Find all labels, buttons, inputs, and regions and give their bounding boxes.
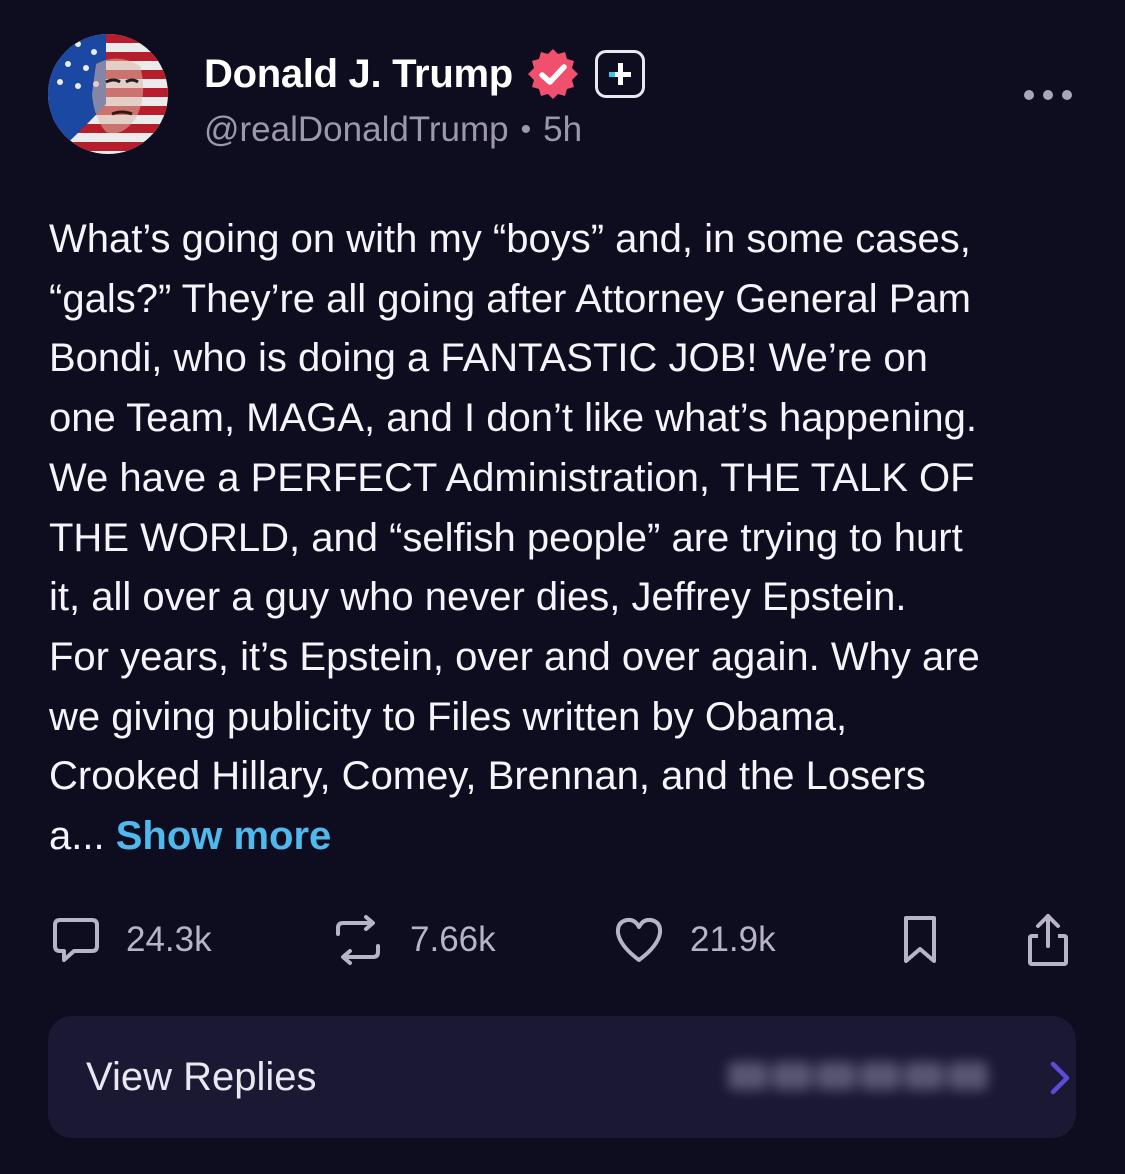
post-line: We have a PERFECT Administration, THE TA… — [49, 455, 975, 500]
like-button[interactable]: 21.9k — [612, 910, 776, 970]
action-bar: 24.3k 7.66k 21.9k — [0, 910, 1125, 970]
reply-count: 24.3k — [126, 920, 212, 959]
verified-badge-icon — [527, 49, 578, 99]
view-replies-button[interactable]: View Replies — [48, 1016, 1076, 1138]
more-dot-icon — [1043, 90, 1053, 100]
reply-avatars-blurred — [728, 1062, 998, 1094]
post-line: it, all over a guy who never dies, Jeffr… — [49, 575, 907, 620]
avatar[interactable] — [48, 34, 168, 154]
author-meta: @realDonaldTrump • 5h — [204, 110, 582, 150]
bookmark-icon — [904, 916, 936, 963]
post-line: one Team, MAGA, and I don’t like what’s … — [49, 396, 977, 441]
repost-icon — [336, 915, 380, 965]
post-line: For years, it’s Epstein, over and over a… — [49, 634, 980, 679]
reply-button[interactable]: 24.3k — [50, 910, 212, 970]
post-timestamp[interactable]: 5h — [543, 110, 582, 150]
view-replies-label: View Replies — [86, 1055, 317, 1099]
post-body: What’s going on with my “boys” and, in s… — [49, 210, 1089, 867]
more-dot-icon — [1024, 90, 1034, 100]
post-line-last: a... Show more — [49, 807, 1089, 867]
post-line: we giving publicity to Files written by … — [49, 694, 848, 739]
more-options-button[interactable] — [1024, 78, 1072, 112]
author-handle[interactable]: @realDonaldTrump — [204, 110, 509, 150]
post-line: What’s going on with my “boys” and, in s… — [49, 217, 971, 261]
post-line: Crooked Hillary, Comey, Brennan, and the… — [49, 754, 926, 799]
heart-icon — [615, 917, 663, 962]
repost-button[interactable]: 7.66k — [330, 910, 496, 970]
post-line: “gals?” They’re all going after Attorney… — [49, 276, 971, 321]
chevron-right-icon — [1050, 1061, 1070, 1095]
truncated-tail: a... — [49, 814, 105, 859]
bookmark-button[interactable] — [900, 910, 940, 970]
post-line: THE WORLD, and “selfish people” are tryi… — [49, 515, 963, 560]
share-icon — [1028, 914, 1068, 966]
more-dot-icon — [1062, 90, 1072, 100]
avatar-image — [48, 34, 168, 154]
repost-count: 7.66k — [410, 920, 496, 959]
author-name-row: Donald J. Trump — [204, 44, 645, 104]
plus-badge-icon — [594, 50, 645, 98]
author-display-name[interactable]: Donald J. Trump — [204, 52, 513, 97]
like-count: 21.9k — [690, 920, 776, 959]
post-line: Bondi, who is doing a FANTASTIC JOB! We’… — [49, 336, 928, 381]
share-button[interactable] — [1026, 910, 1070, 970]
show-more-link[interactable]: Show more — [116, 814, 332, 858]
comment-icon — [53, 918, 99, 962]
meta-separator: • — [520, 113, 532, 146]
